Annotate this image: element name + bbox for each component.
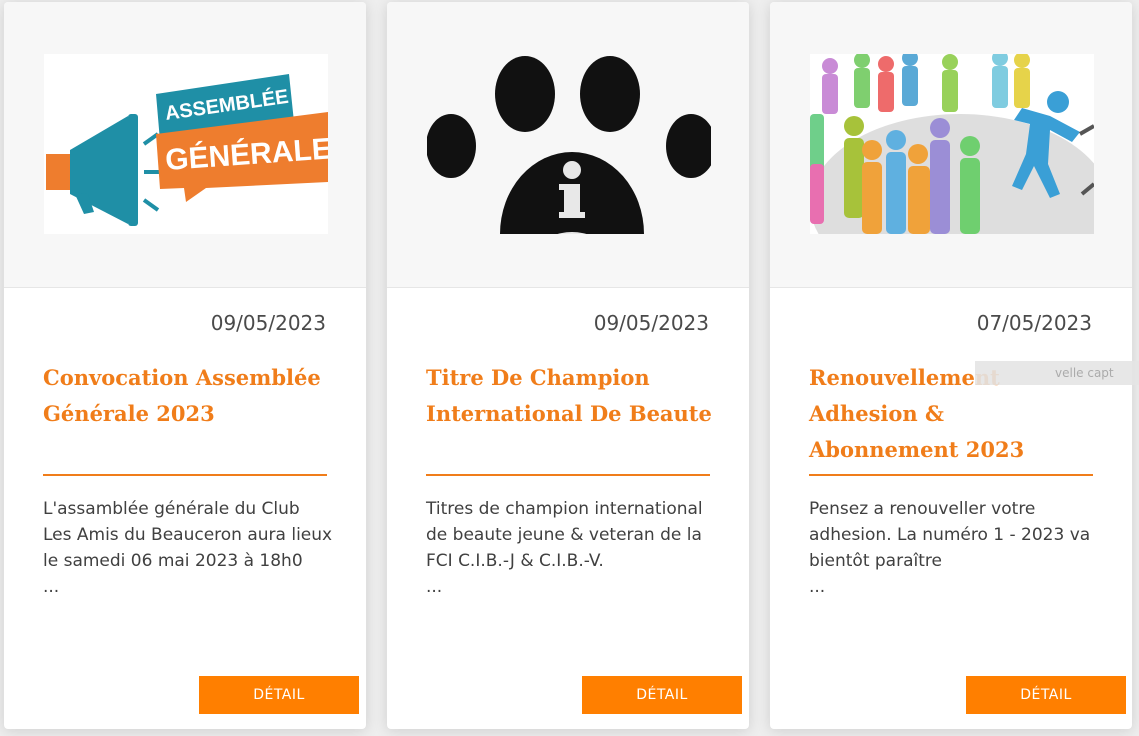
card-date: 09/05/2023: [593, 311, 709, 335]
card-excerpt: Pensez a renouveller votre adhesion. La …: [809, 499, 1091, 571]
title-divider: [426, 474, 710, 476]
news-card: ASSEMBLÉE GÉNÉRALE 09/05/2023 Convocatio…: [4, 2, 366, 729]
detail-button[interactable]: DÉTAIL: [582, 676, 742, 714]
assemblee-generale-image[interactable]: ASSEMBLÉE GÉNÉRALE: [44, 54, 328, 234]
card-ellipsis: ...: [426, 577, 443, 597]
card-title[interactable]: Titre De Champion International De Beaut…: [426, 360, 716, 432]
card-date: 07/05/2023: [976, 311, 1092, 335]
card-ellipsis: ...: [809, 577, 826, 597]
overlay-caption: velle capt: [975, 361, 1139, 385]
card-date: 09/05/2023: [210, 311, 326, 335]
card-title[interactable]: Convocation Assemblée Générale 2023: [43, 360, 333, 432]
card-ellipsis: ...: [43, 577, 60, 597]
card-image-area: [387, 2, 749, 288]
detail-button[interactable]: DÉTAIL: [199, 676, 359, 714]
news-card: 09/05/2023 Titre De Champion Internation…: [387, 2, 749, 729]
card-image-area: [770, 2, 1132, 288]
title-divider: [43, 474, 327, 476]
card-excerpt: Titres de champion international de beau…: [426, 499, 703, 571]
people-group-image[interactable]: [810, 54, 1094, 234]
paw-info-image[interactable]: [427, 54, 711, 234]
card-image-area: ASSEMBLÉE GÉNÉRALE: [4, 2, 366, 288]
card-excerpt: L'assamblée générale du Club Les Amis du…: [43, 499, 333, 571]
detail-button[interactable]: DÉTAIL: [966, 676, 1126, 714]
title-divider: [809, 474, 1093, 476]
